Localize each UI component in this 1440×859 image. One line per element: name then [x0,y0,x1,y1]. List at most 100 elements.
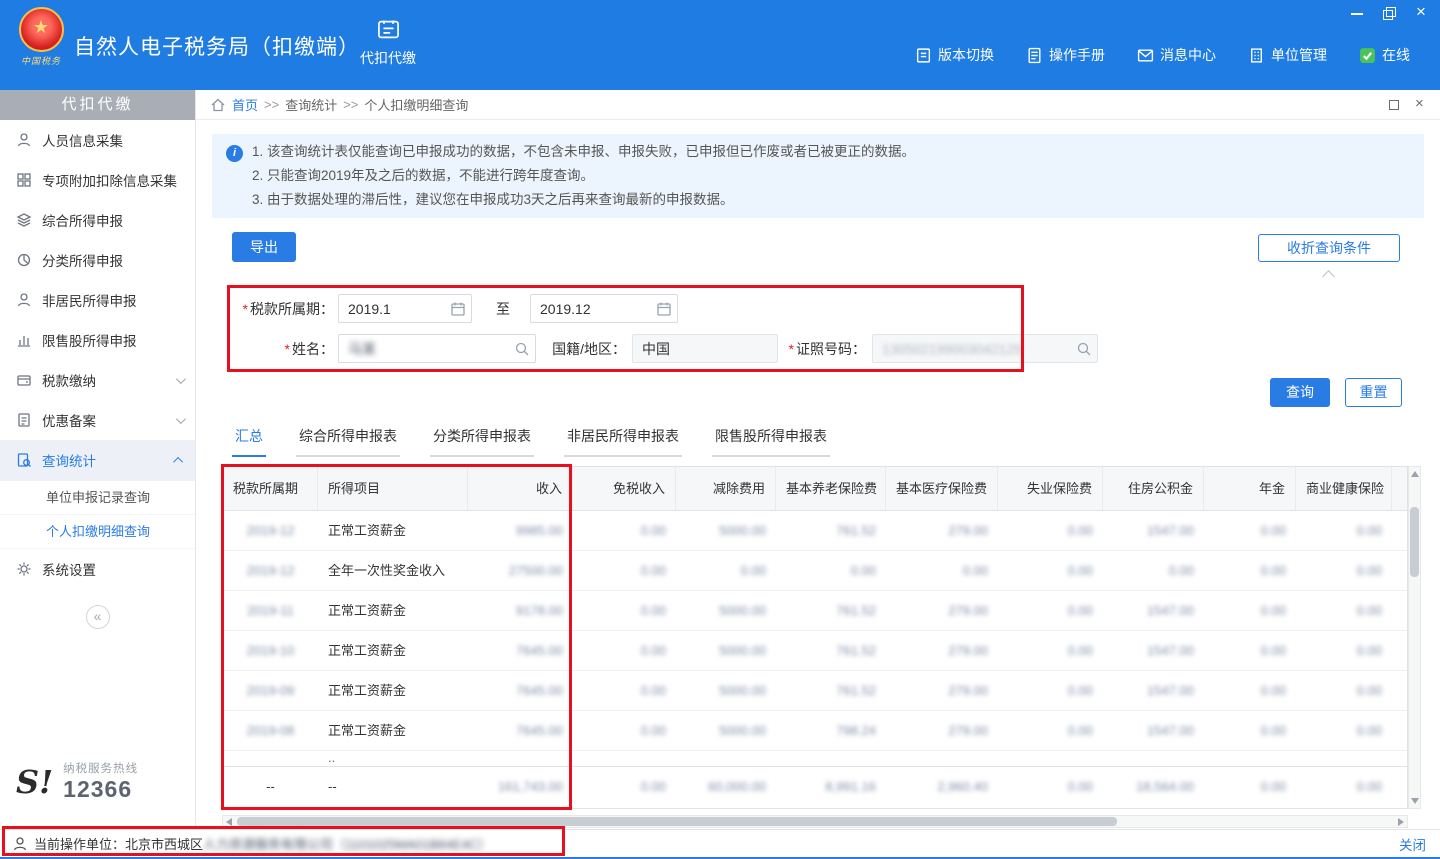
module-tab-label: 代扣代缴 [346,48,430,68]
cell: 0.00 [573,767,676,806]
breadcrumb-item[interactable]: 首页 [232,95,258,114]
cell: 1547.00 [1103,711,1204,750]
notice-line: 1. 该查询统计表仅能查询已申报成功的数据，不包含未申报、申报失败，已申报但已作… [252,140,1408,164]
minimize-icon[interactable] [1350,6,1364,20]
scroll-down-icon[interactable] [1411,798,1419,804]
vertical-scroll-thumb[interactable] [1410,507,1419,577]
name-input[interactable]: 马某 [338,334,536,363]
table-row[interactable]: 2019-10正常工资薪金7645.000.005000.00761.52279… [223,631,1407,671]
sidebar-item[interactable]: 专项附加扣除信息采集 [0,160,195,200]
scroll-left-icon[interactable] [226,818,232,826]
cell: 0.00 [1392,591,1408,630]
tab-综合所得申报表[interactable]: 综合所得申报表 [296,426,400,457]
cell: 7645.00 [468,671,573,710]
sidebar-subitem[interactable]: 单位申报记录查询 [0,481,195,515]
cell [1204,751,1296,766]
result-table: 税款所属期所得项目收入免税收入减除费用基本养老保险费基本医疗保险费失业保险费住房… [222,466,1408,809]
horizontal-scrollbar[interactable] [222,815,1408,828]
period-start-input[interactable]: 2019.1 [338,294,472,323]
scroll-up-icon[interactable] [1411,471,1419,477]
layers-icon [16,212,32,228]
cell [468,751,573,766]
nationality-input[interactable]: 中国 [632,334,778,363]
horizontal-scroll-thumb[interactable] [237,817,1117,826]
app-window: 中国税务 自然人电子税务局（扣缴端） 代扣代缴 版本切换操作手册消息中心单位管理… [0,0,1440,859]
sidebar-item[interactable]: 分类所得申报 [0,240,195,280]
table-row[interactable]: .. [223,751,1407,766]
calendar-icon[interactable] [656,301,672,317]
cell: 761.52 [776,511,886,550]
id-number-input[interactable]: 130502199003042129 [872,334,1098,363]
panel-maximize-icon[interactable] [1388,99,1400,111]
vertical-scrollbar[interactable] [1408,466,1421,809]
cell: 279.00 [886,631,998,670]
tab-分类所得申报表[interactable]: 分类所得申报表 [430,426,534,457]
sidebar-item[interactable]: 综合所得申报 [0,200,195,240]
sidebar-item[interactable]: 限售股所得申报 [0,320,195,360]
column-header: 失业保险费 [998,467,1103,510]
table-row[interactable]: 2019-11正常工资薪金9178.000.005000.00761.52279… [223,591,1407,631]
cell [1392,751,1407,766]
cell: 0.00 [998,671,1103,710]
calendar-icon[interactable] [450,301,466,317]
header-nav-online[interactable]: 在线 [1359,45,1410,65]
breadcrumb-separator: >> [264,97,279,112]
cell: 0.00 [1392,631,1408,670]
table-row[interactable]: 2019-12正常工资薪金9985.000.005000.00761.52279… [223,511,1407,551]
sidebar-item[interactable]: 非居民所得申报 [0,280,195,320]
nationality-value: 中国 [642,339,670,359]
home-icon[interactable] [210,97,226,113]
breadcrumb-item[interactable]: 个人扣缴明细查询 [364,95,468,114]
table-row[interactable]: 2019-08正常工资薪金7645.000.005000.00798.24279… [223,711,1407,751]
reset-button[interactable]: 重置 [1345,378,1402,407]
cell: 279.00 [886,711,998,750]
sidebar-item[interactable]: 查询统计 [0,440,195,480]
tab-限售股所得申报表[interactable]: 限售股所得申报表 [712,426,830,457]
query-button[interactable]: 查询 [1270,378,1330,407]
sidebar-item[interactable]: 优惠备案 [0,400,195,440]
sidebar-item[interactable]: 系统设置 [0,549,195,589]
header-nav-manual[interactable]: 操作手册 [1026,45,1105,65]
panel-close-icon[interactable] [1414,99,1426,111]
module-tab-withholding[interactable]: 代扣代缴 [346,16,430,68]
app-header: 中国税务 自然人电子税务局（扣缴端） 代扣代缴 版本切换操作手册消息中心单位管理… [0,0,1440,90]
header-nav-unit[interactable]: 单位管理 [1248,45,1327,65]
cell [886,751,998,766]
sidebar-item[interactable]: 人员信息采集 [0,120,195,160]
table-row[interactable]: 2019-09正常工资薪金7645.000.005000.00761.52279… [223,671,1407,711]
cell: 0.00 [1296,767,1392,806]
tab-汇总[interactable]: 汇总 [232,426,266,457]
cell: 0.00 [573,591,676,630]
restore-icon[interactable] [1382,6,1396,20]
header-nav-message[interactable]: 消息中心 [1137,45,1216,65]
cell: 0.00 [1296,711,1392,750]
close-link[interactable]: 关闭 [1399,834,1426,854]
breadcrumb-item[interactable]: 查询统计 [285,95,337,114]
cell: 0.00 [998,767,1103,806]
main-content: i 1. 该查询统计表仅能查询已申报成功的数据，不包含未申报、申报失败，已申报但… [196,120,1440,829]
cell: 7645.00 [468,711,573,750]
table-body: 2019-12正常工资薪金9985.000.005000.00761.52279… [223,511,1407,806]
table-row[interactable]: 2019-12全年一次性奖金收入27500.000.000.000.000.00… [223,551,1407,591]
sidebar-submenu: 单位申报记录查询个人扣缴明细查询 [0,480,195,549]
sidebar-item-label: 专项附加扣除信息采集 [42,170,177,190]
header-nav-version[interactable]: 版本切换 [915,45,994,65]
collapse-query-button[interactable]: 收折查询条件 [1258,234,1400,262]
export-button[interactable]: 导出 [232,232,296,262]
close-icon[interactable] [1414,6,1428,20]
table-row[interactable]: ----161,743.000.0060,000.008,991.162,960… [223,766,1407,806]
sidebar-collapse-button[interactable]: « [86,605,110,629]
period-row: *税款所属期： 2019.1 至 2019.12 [196,294,1440,324]
scroll-right-icon[interactable] [1398,818,1404,826]
sidebar-item-label: 优惠备案 [42,410,96,430]
column-header: 收入 [468,467,573,510]
cell: .. [318,751,468,766]
search-icon[interactable] [1076,341,1092,357]
sidebar-item[interactable]: 税款缴纳 [0,360,195,400]
period-end-input[interactable]: 2019.12 [530,294,678,323]
cell: 0.00 [1392,711,1408,750]
cell: 0.00 [1392,767,1408,806]
sidebar-subitem[interactable]: 个人扣缴明细查询 [0,515,195,549]
cell: 0.00 [998,511,1103,550]
tab-非居民所得申报表[interactable]: 非居民所得申报表 [564,426,682,457]
